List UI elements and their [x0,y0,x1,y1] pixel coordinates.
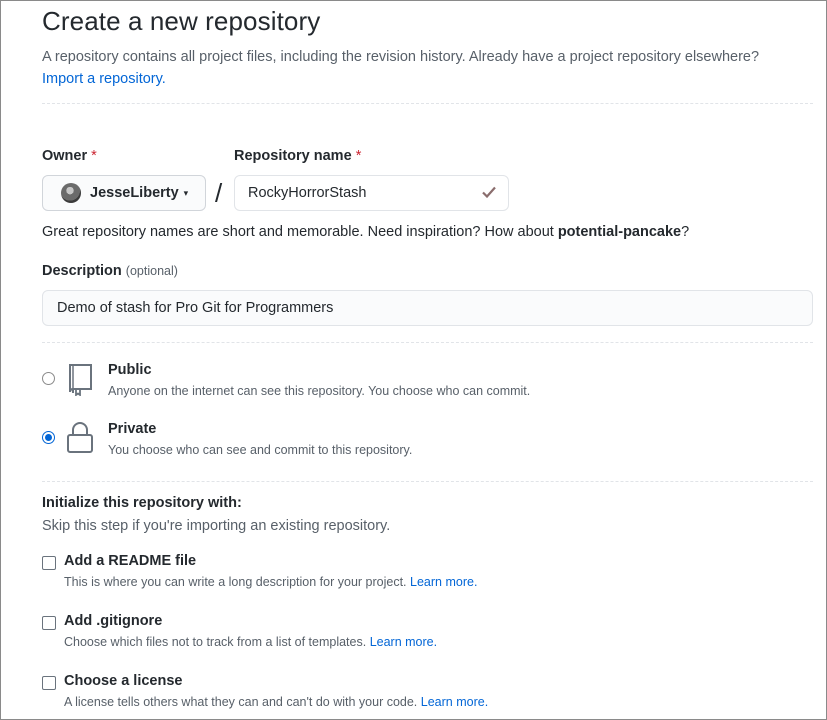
page-frame [0,0,827,720]
gitignore-option[interactable]: Add .gitignore Choose which files not to… [42,613,742,653]
page-subhead: A repository contains all project files,… [42,46,817,90]
optional-tag: (optional) [125,264,178,278]
learn-more-link[interactable]: Learn more. [370,635,437,649]
owner-label-text: Owner [42,148,88,164]
name-hint: Great repository names are short and mem… [42,224,689,240]
description-input[interactable]: Demo of stash for Pro Git for Programmer… [42,290,813,326]
repo-name-label-text: Repository name [234,148,352,164]
readme-desc-text: This is where you can write a long descr… [64,575,407,589]
public-desc: Anyone on the internet can see this repo… [108,384,531,398]
repo-name-label: Repository name * [234,148,361,164]
license-desc-text: A license tells others what they can and… [64,695,418,709]
subhead-text: A repository contains all project files,… [42,49,760,65]
repo-icon [64,362,96,401]
divider [42,481,813,482]
description-label: Description (optional) [42,263,178,279]
caret-down-icon: ▾ [183,188,189,198]
page-title: Create a new repository [42,6,321,36]
visibility-public[interactable]: Public Anyone on the internet can see th… [42,362,813,412]
name-hint-text: Great repository names are short and mem… [42,224,554,240]
gitignore-title: Add .gitignore [64,613,163,629]
description-value: Demo of stash for Pro Git for Programmer… [57,300,334,316]
required-mark: * [355,148,362,164]
license-title: Choose a license [64,673,183,689]
license-desc: A license tells others what they can and… [64,695,488,709]
gitignore-desc-text: Choose which files not to track from a l… [64,635,367,649]
check-icon [482,183,496,203]
owner-name: JesseLiberty [90,185,179,201]
init-title: Initialize this repository with: [42,495,242,511]
learn-more-link[interactable]: Learn more. [410,575,477,589]
owner-label: Owner * [42,148,97,164]
private-title: Private [108,421,157,437]
name-suggestion[interactable]: potential-pancake [558,224,681,240]
private-desc: You choose who can see and commit to thi… [108,443,413,457]
learn-more-link[interactable]: Learn more. [421,695,488,709]
public-radio[interactable] [42,372,55,385]
lock-icon [64,421,96,460]
license-checkbox[interactable] [42,676,56,690]
repo-name-input[interactable]: RockyHorrorStash [234,175,509,211]
repo-name-value: RockyHorrorStash [248,185,367,201]
description-label-text: Description [42,263,122,279]
init-subtitle: Skip this step if you're importing an ex… [42,518,391,534]
import-repository-link[interactable]: Import a repository. [42,71,166,87]
gitignore-checkbox[interactable] [42,616,56,630]
avatar [61,183,81,203]
license-option[interactable]: Choose a license A license tells others … [42,673,742,713]
gitignore-desc: Choose which files not to track from a l… [64,635,437,649]
readme-title: Add a README file [64,553,197,569]
divider [42,342,813,343]
readme-checkbox[interactable] [42,556,56,570]
required-mark: * [91,148,97,164]
owner-repo-separator: / [215,178,223,208]
readme-desc: This is where you can write a long descr… [64,575,477,589]
owner-dropdown[interactable]: JesseLiberty ▾ [42,175,206,211]
readme-option[interactable]: Add a README file This is where you can … [42,553,742,593]
visibility-private[interactable]: Private You choose who can see and commi… [42,421,813,471]
public-title: Public [108,362,152,378]
name-hint-end: ? [681,224,690,240]
private-radio[interactable] [42,431,55,444]
divider [42,103,813,104]
